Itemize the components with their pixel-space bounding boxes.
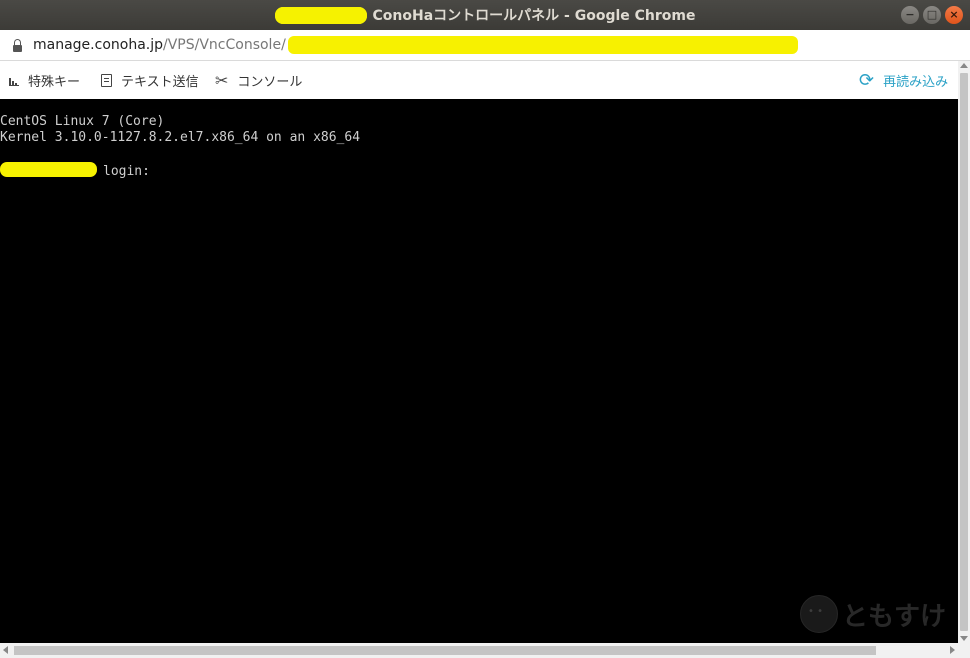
- special-keys-label: 特殊キー: [28, 74, 81, 90]
- horizontal-scroll-thumb[interactable]: [14, 646, 876, 655]
- document-icon: [101, 73, 112, 87]
- vertical-scroll-thumb[interactable]: [960, 73, 968, 631]
- console-button[interactable]: ✂ コンソール: [215, 61, 302, 99]
- hostname-redaction: [0, 162, 97, 177]
- mascot-face-icon: [800, 595, 838, 633]
- send-text-button[interactable]: テキスト送信: [101, 61, 199, 99]
- special-keys-button[interactable]: 特殊キー: [9, 61, 80, 99]
- window-controls: − □ ×: [901, 6, 963, 24]
- horizontal-scrollbar[interactable]: [0, 643, 970, 658]
- console-toolbar: 特殊キー テキスト送信 ✂ コンソール ⟳ 再読み込み: [0, 61, 958, 99]
- minimize-button[interactable]: −: [901, 6, 919, 24]
- bars-icon: [9, 74, 19, 86]
- close-button[interactable]: ×: [945, 6, 963, 24]
- send-text-label: テキスト送信: [121, 74, 199, 90]
- window-title-wrap: ConoHaコントロールパネル - Google Chrome: [0, 0, 970, 30]
- scroll-down-icon[interactable]: [960, 636, 968, 641]
- url-path: /VPS/VncConsole/: [163, 37, 286, 53]
- window-titlebar: ConoHaコントロールパネル - Google Chrome − □ ×: [0, 0, 970, 30]
- scroll-left-icon[interactable]: [3, 646, 8, 654]
- console-login-line: login:: [0, 162, 150, 180]
- url-domain: manage.conoha.jp: [33, 37, 163, 53]
- window-title: ConoHaコントロールパネル - Google Chrome: [372, 8, 696, 24]
- watermark-text: ともすけ: [842, 601, 947, 632]
- console-label: コンソール: [237, 74, 303, 90]
- watermark: ともすけ: [800, 594, 950, 634]
- lock-icon[interactable]: [13, 38, 22, 52]
- maximize-button[interactable]: □: [923, 6, 941, 24]
- reload-label: 再読み込み: [883, 74, 949, 90]
- login-prompt: login:: [103, 164, 150, 179]
- url-redaction: [287, 36, 798, 54]
- refresh-icon: ⟳: [859, 69, 875, 91]
- title-redaction: [274, 6, 367, 24]
- address-bar[interactable]: manage.conoha.jp /VPS/VncConsole/: [0, 30, 970, 61]
- console-line-kernel: Kernel 3.10.0-1127.8.2.el7.x86_64 on an …: [0, 130, 361, 145]
- reload-button[interactable]: ⟳ 再読み込み: [859, 61, 948, 99]
- vertical-scrollbar[interactable]: [958, 61, 970, 643]
- console-line-os: CentOS Linux 7 (Core): [0, 114, 165, 129]
- scroll-right-icon[interactable]: [950, 646, 955, 654]
- tools-icon: ✂: [215, 70, 229, 90]
- scroll-up-icon[interactable]: [960, 63, 968, 68]
- vnc-console-screen[interactable]: CentOS Linux 7 (Core) Kernel 3.10.0-1127…: [0, 99, 958, 643]
